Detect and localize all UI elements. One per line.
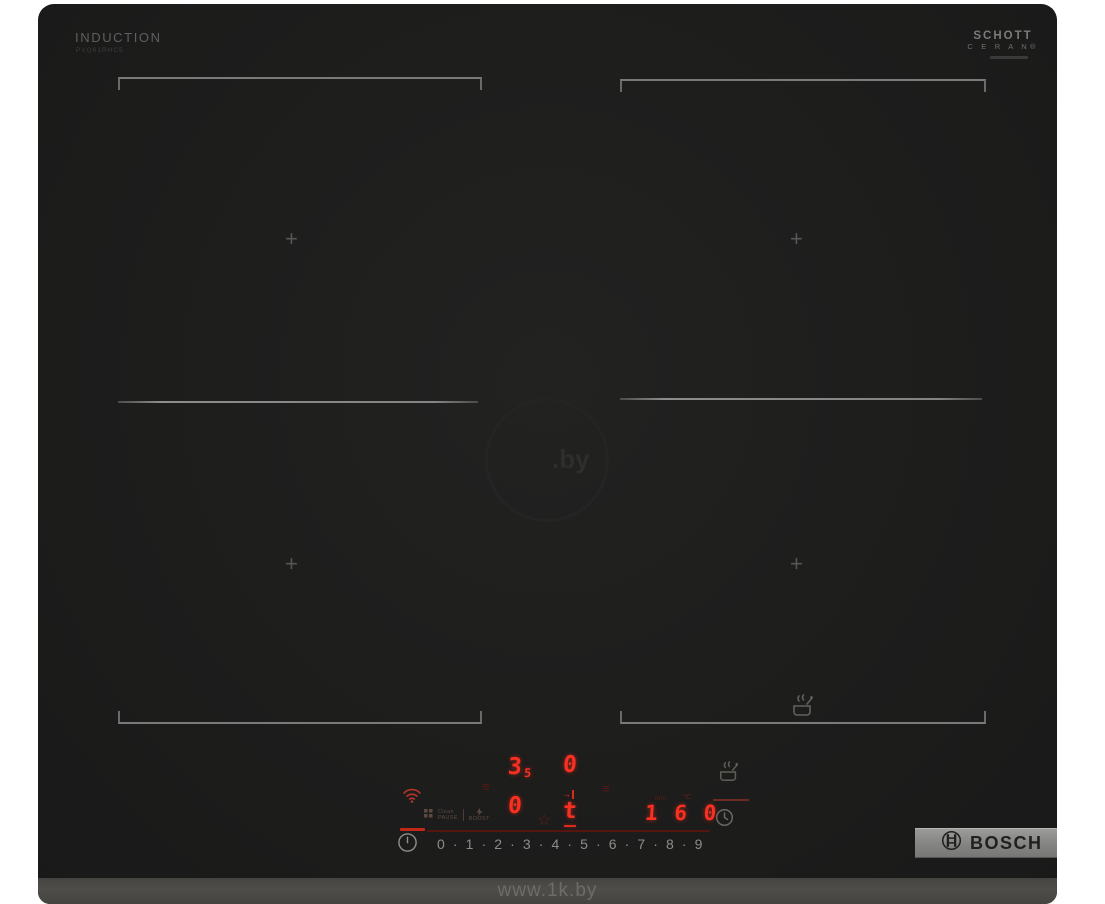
power-button[interactable]	[397, 832, 418, 858]
zone-center-marker-bottom-left: +	[285, 553, 298, 575]
left-zone-power-display: 0	[507, 795, 522, 818]
front-trim-strip: www.1k.by	[38, 878, 1057, 904]
boost-key[interactable]: BOOST	[469, 808, 490, 822]
induction-label: INDUCTION	[75, 30, 162, 45]
right-zone-power-display: 0	[562, 754, 577, 777]
clean-pause-key[interactable]: Clean PAUSE	[438, 809, 458, 821]
celsius-label: °C	[683, 794, 691, 801]
timer-decimal: 5	[523, 767, 531, 779]
boost-label: BOOST	[469, 816, 490, 822]
cleaning-grid-icon[interactable]	[424, 806, 433, 824]
zone-divider-left	[118, 401, 478, 403]
residual-heat-indicator-left: ≡	[482, 780, 490, 793]
left-zone-timer-display: 3 5	[508, 756, 531, 779]
residual-heat-indicator-right: ≡	[602, 782, 610, 795]
key-divider	[463, 809, 464, 821]
fry-sensor-key-icon[interactable]	[717, 761, 741, 788]
schott-line2: C E R A N®	[964, 42, 1042, 51]
slider-track-line	[427, 830, 710, 832]
move-level-underline	[564, 825, 576, 827]
zone-center-marker-top-left: +	[285, 228, 298, 250]
induction-cooktop: INDUCTION PVQ61RHC5 SCHOTT C E R A N® + …	[38, 4, 1057, 904]
function-key-group: Clean PAUSE BOOST	[424, 806, 490, 824]
zone-frame-bottom-left	[118, 711, 482, 724]
zone-frame-top-right	[620, 79, 986, 92]
schott-ceran-logo: SCHOTT C E R A N®	[964, 30, 1042, 51]
move-level-display: t	[562, 800, 577, 823]
center-watermark-text: .by	[552, 444, 590, 475]
bosch-logo-icon	[941, 830, 962, 856]
zone-center-marker-top-right: +	[790, 228, 803, 250]
power-level-slider[interactable]: 0 · 1 · 2 · 3 · 4 · 5 · 6 · 7 · 8 · 9	[437, 836, 703, 852]
pause-label: PAUSE	[438, 815, 458, 821]
model-code: PVQ61RHC5	[76, 47, 124, 54]
wifi-icon	[402, 787, 422, 809]
bosch-badge: BOSCH	[915, 828, 1057, 858]
center-watermark-ring	[485, 398, 609, 522]
slider-active-segment	[400, 828, 425, 831]
timer-digit: 3	[507, 756, 522, 779]
schott-line1: SCHOTT	[964, 30, 1042, 42]
zone-frame-top-left	[118, 77, 482, 90]
temperature-display: 1 6 0	[644, 803, 719, 824]
zone-center-marker-bottom-right: +	[790, 553, 803, 575]
schott-fine-print	[990, 56, 1028, 59]
product-photo: INDUCTION PVQ61RHC5 SCHOTT C E R A N® + …	[0, 0, 1105, 904]
boost-flash-icon	[476, 808, 483, 816]
favorite-star-icon[interactable]: ☆	[537, 810, 551, 830]
bottom-watermark: www.1k.by	[498, 880, 598, 901]
fry-sensor-zone-icon	[790, 694, 816, 723]
zone-divider-right	[620, 398, 982, 400]
bosch-wordmark: BOSCH	[970, 834, 1043, 852]
